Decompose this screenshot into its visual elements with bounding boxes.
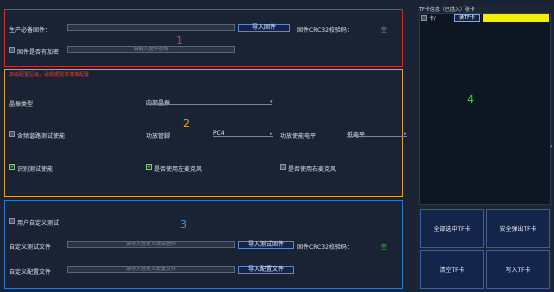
clear-tf-button[interactable]: 清空TF卡	[420, 250, 484, 289]
crystal-select-line	[146, 104, 272, 105]
encrypt-checkbox[interactable]	[9, 47, 15, 53]
clear-tf-label: 清空TF卡	[439, 267, 465, 274]
panel-number-2: 2	[183, 117, 190, 130]
password-input[interactable]: 请输入固件密码	[67, 46, 235, 53]
tf-card-row-label: 卡/	[429, 16, 436, 22]
crystal-label: 晶振类型	[9, 101, 34, 108]
tf-card-checkbox[interactable]	[421, 15, 427, 21]
recognize-checkbox[interactable]	[9, 163, 15, 170]
short-test-checkbox[interactable]	[9, 131, 15, 137]
crc-value: 空	[381, 27, 388, 34]
read-tf-button[interactable]: 读TF卡	[454, 14, 480, 22]
right-mic-label: 是否使用右麦克风	[288, 166, 337, 173]
enable-level-select-line	[347, 136, 407, 137]
firmware-panel	[4, 9, 403, 67]
write-tf-label: 写入TF卡	[505, 267, 531, 274]
eject-tf-label: 安全弹出TF卡	[499, 226, 537, 233]
custom-crc-label: 固件CRC32校验码：	[297, 244, 353, 251]
panel-number-3: 3	[180, 218, 187, 231]
crystal-select[interactable]: 内部晶振	[146, 98, 170, 107]
power-pin-select-line	[213, 136, 273, 137]
custom-config-input[interactable]: 请导入自定义配置文件	[67, 266, 235, 273]
custom-firmware-input[interactable]: 请导入自定义测试固件	[67, 241, 235, 248]
left-mic-label: 是否使用左麦克风	[154, 166, 203, 173]
firmware-label: 生产必备固件：	[9, 27, 52, 34]
short-test-label: 含频谐路测试使能	[17, 133, 66, 140]
tf-header: TF卡信息（已插入）张卡	[419, 7, 475, 13]
select-all-tf-label: 全部选中TF卡	[433, 226, 471, 233]
recognize-label: 识别测试使能	[17, 166, 54, 173]
custom-firmware-label: 自定义测试文件	[9, 244, 52, 251]
firmware-path-input[interactable]	[67, 24, 235, 31]
tf-card-list	[419, 13, 551, 205]
crc-label: 固件CRC32校验码：	[297, 27, 353, 34]
encrypt-label: 固件是否有加密	[17, 49, 60, 56]
import-firmware-button[interactable]: 导入固件	[238, 24, 290, 32]
chevron-right-icon: ▸	[270, 131, 273, 137]
collapse-arrow-icon[interactable]: ‹	[550, 143, 552, 150]
custom-test-checkbox[interactable]	[9, 218, 15, 224]
advanced-warning: 高级配置区域，请根据需求谨慎配置	[9, 72, 90, 78]
panel-number-4: 4	[467, 93, 474, 106]
right-mic-checkbox[interactable]	[280, 164, 286, 170]
tf-card-status-bar	[483, 14, 549, 22]
custom-test-label: 用户自定义测试	[17, 220, 60, 227]
chevron-right-icon: ▸	[404, 131, 407, 137]
left-mic-checkbox[interactable]	[146, 163, 152, 170]
write-tf-button[interactable]: 写入TF卡	[486, 250, 550, 289]
import-test-firmware-button[interactable]: 导入测试固件	[238, 241, 294, 249]
enable-level-label: 功放使能电平	[280, 133, 317, 140]
enable-level-select[interactable]: 低电平	[347, 130, 365, 139]
power-pin-label: 功放管脚	[146, 133, 171, 140]
select-all-tf-button[interactable]: 全部选中TF卡	[420, 209, 484, 248]
eject-tf-button[interactable]: 安全弹出TF卡	[486, 209, 550, 248]
chevron-down-icon: ▾	[270, 99, 273, 105]
custom-config-label: 自定义配置文件	[9, 269, 52, 276]
import-config-button[interactable]: 导入配置文件	[238, 266, 294, 274]
custom-crc-value: 空	[381, 244, 388, 251]
